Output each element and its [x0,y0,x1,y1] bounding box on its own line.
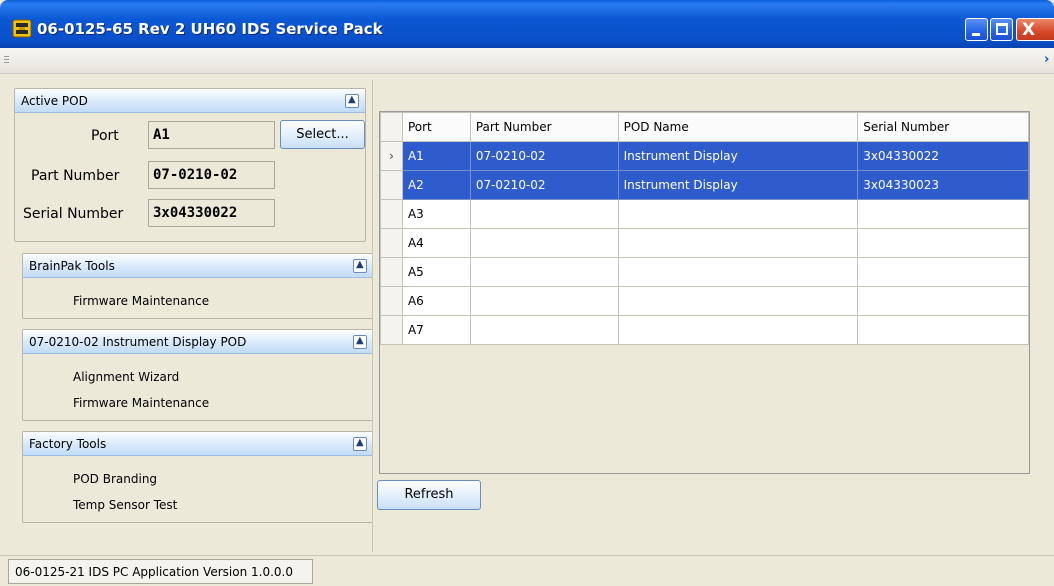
factory-tools-title: Factory Tools [29,437,107,451]
pod-branding-link[interactable]: POD Branding [73,472,157,486]
factory-tools-panel: Factory Tools ▲ POD Branding Temp Sensor… [22,431,374,523]
serial-number-field: 3x04330022 [148,199,275,227]
cell-part-number[interactable]: 07-0210-02 [469,170,619,200]
port-label: Port [91,128,119,144]
cell-serial-number[interactable] [857,315,1029,345]
select-port-button[interactable]: Select... [280,120,365,149]
table-row[interactable]: A6 [380,286,1029,316]
instrument-pod-title: 07-0210-02 Instrument Display POD [29,335,247,349]
row-header-corner [380,112,403,142]
cell-part-number[interactable] [469,257,619,287]
part-number-label: Part Number [31,168,120,184]
title-bar[interactable]: 06-0125-65 Rev 2 UH60 IDS Service Pack X [0,0,1054,48]
cell-pod-name[interactable] [617,257,859,287]
collapse-button[interactable]: ▲ [353,259,367,273]
serial-number-label: Serial Number [23,206,124,222]
column-header-serial-number[interactable]: Serial Number [857,112,1029,142]
brainpak-tools-title: BrainPak Tools [29,259,115,273]
table-row[interactable]: A3 [380,199,1029,229]
cell-serial-number[interactable] [857,228,1029,258]
cell-part-number[interactable] [469,315,619,345]
close-icon: X [1022,20,1036,40]
cell-serial-number[interactable] [857,199,1029,229]
status-bar: 06-0125-21 IDS PC Application Version 1.… [0,555,1054,586]
splitter[interactable] [372,80,376,552]
maximize-button[interactable] [990,18,1013,41]
row-header[interactable] [380,170,403,200]
cell-serial-number[interactable] [857,257,1029,287]
row-header[interactable] [380,257,403,287]
cell-port[interactable]: A3 [401,199,471,229]
collapse-button[interactable]: ▲ [345,94,359,108]
pod-firmware-maintenance-link[interactable]: Firmware Maintenance [73,396,209,410]
minimize-icon [972,33,980,36]
refresh-button[interactable]: Refresh [377,480,481,510]
table-row[interactable]: A7 [380,315,1029,345]
table-row[interactable]: A2 07-0210-02 Instrument Display 3x04330… [380,170,1029,200]
chevron-right-icon[interactable]: › [1044,52,1049,67]
cell-port[interactable]: A7 [401,315,471,345]
collapse-button[interactable]: ▲ [353,437,367,451]
cell-part-number[interactable]: 07-0210-02 [469,141,619,171]
alignment-wizard-link[interactable]: Alignment Wizard [73,370,179,384]
table-row[interactable]: A5 [380,257,1029,287]
cell-pod-name[interactable]: Instrument Display [617,141,859,171]
instrument-pod-panel: 07-0210-02 Instrument Display POD ▲ Alig… [22,329,374,421]
chevron-up-icon: ▲ [348,94,356,105]
cell-pod-name[interactable] [617,315,859,345]
grip-icon[interactable] [4,56,9,65]
row-header[interactable] [380,286,403,316]
column-header-port[interactable]: Port [401,112,471,142]
cell-serial-number[interactable]: 3x04330023 [857,170,1029,200]
cell-port[interactable]: A4 [401,228,471,258]
cell-part-number[interactable] [469,199,619,229]
table-row[interactable]: › A1 07-0210-02 Instrument Display 3x043… [380,141,1029,171]
app-icon [12,19,32,38]
pod-table: Port Part Number POD Name Serial Number … [380,112,1029,345]
cell-pod-name[interactable] [617,228,859,258]
cell-serial-number[interactable]: 3x04330022 [857,141,1029,171]
brainpak-tools-panel: BrainPak Tools ▲ Firmware Maintenance [22,253,374,319]
chevron-up-icon: ▲ [356,437,364,448]
close-button[interactable]: X [1016,18,1054,41]
factory-tools-header[interactable]: Factory Tools ▲ [23,432,373,456]
current-row-indicator-icon[interactable]: › [380,141,403,171]
part-number-field: 07-0210-02 [148,161,275,189]
table-row[interactable]: A4 [380,228,1029,258]
status-version-text: 06-0125-21 IDS PC Application Version 1.… [8,559,313,584]
cell-pod-name[interactable] [617,199,859,229]
toolstrip: › [0,48,1054,74]
row-header[interactable] [380,228,403,258]
port-field: A1 [148,121,275,149]
row-header[interactable] [380,199,403,229]
cell-pod-name[interactable]: Instrument Display [617,170,859,200]
cell-port[interactable]: A2 [401,170,471,200]
cell-serial-number[interactable] [857,286,1029,316]
column-header-part-number[interactable]: Part Number [469,112,619,142]
table-header-row: Port Part Number POD Name Serial Number [380,112,1029,142]
minimize-button[interactable] [965,18,988,41]
cell-port[interactable]: A5 [401,257,471,287]
collapse-button[interactable]: ▲ [353,335,367,349]
app-window: 06-0125-65 Rev 2 UH60 IDS Service Pack X… [0,0,1054,586]
column-header-pod-name[interactable]: POD Name [617,112,859,142]
cell-pod-name[interactable] [617,286,859,316]
cell-port[interactable]: A6 [401,286,471,316]
instrument-pod-header[interactable]: 07-0210-02 Instrument Display POD ▲ [23,330,373,354]
brainpak-firmware-maintenance-link[interactable]: Firmware Maintenance [73,294,209,308]
chevron-up-icon: ▲ [356,335,364,346]
active-pod-header[interactable]: Active POD ▲ [15,89,365,113]
temp-sensor-test-link[interactable]: Temp Sensor Test [73,498,177,512]
chevron-up-icon: ▲ [356,259,364,270]
brainpak-tools-header[interactable]: BrainPak Tools ▲ [23,254,373,278]
active-pod-title: Active POD [21,94,88,108]
cell-part-number[interactable] [469,286,619,316]
maximize-icon [996,23,1008,35]
pod-grid: Port Part Number POD Name Serial Number … [379,111,1030,474]
window-title: 06-0125-65 Rev 2 UH60 IDS Service Pack [37,20,383,38]
cell-port[interactable]: A1 [401,141,471,171]
cell-part-number[interactable] [469,228,619,258]
row-header[interactable] [380,315,403,345]
